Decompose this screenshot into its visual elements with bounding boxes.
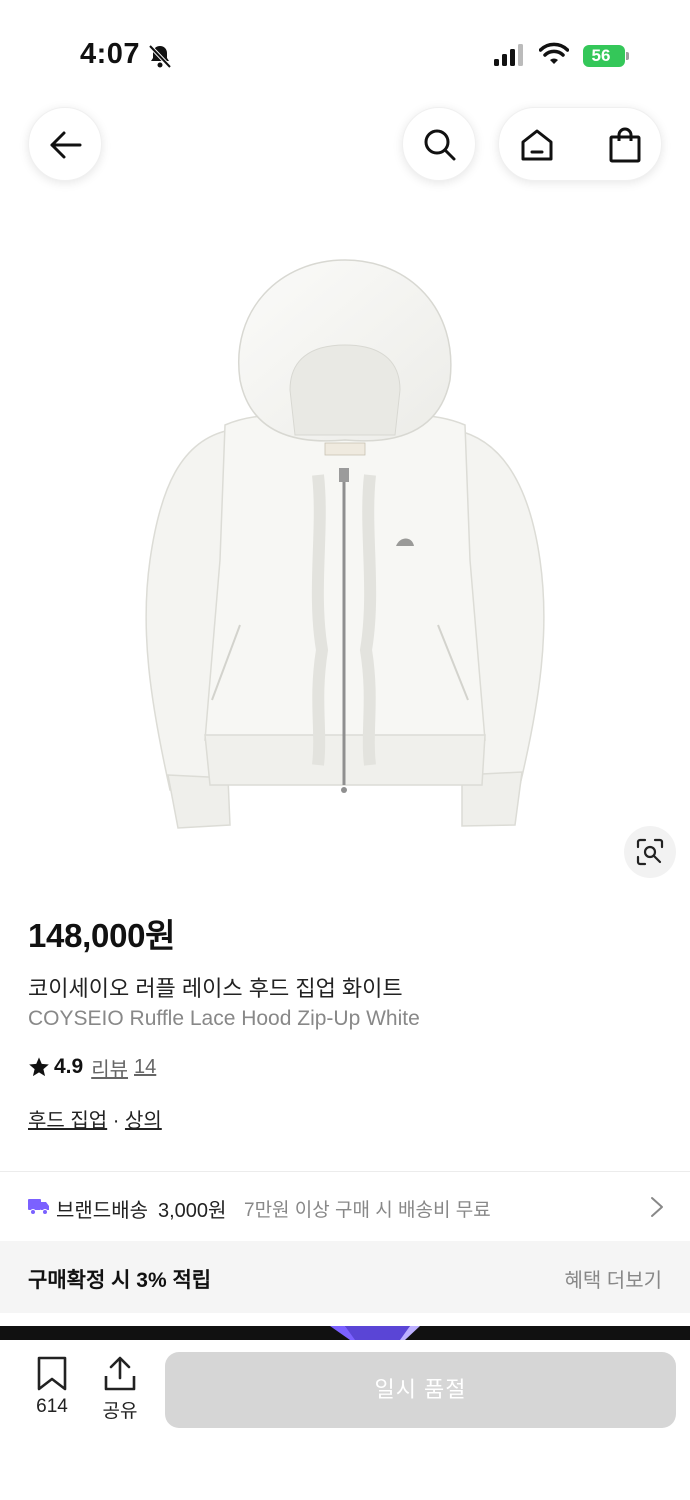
review-link[interactable]: 리뷰 <box>91 1053 128 1082</box>
back-arrow-icon <box>50 131 82 159</box>
wifi-icon <box>539 42 569 64</box>
bookmark-icon <box>37 1356 67 1391</box>
status-bar: 4:07 56 <box>0 0 690 100</box>
buy-button-soldout[interactable]: 일시 품절 <box>165 1352 676 1428</box>
category-separator: · <box>112 1110 120 1132</box>
battery-level: 56 <box>591 46 611 65</box>
category-link-top[interactable]: 상의 <box>125 1110 162 1132</box>
search-button[interactable] <box>402 107 476 181</box>
share-button[interactable]: 공유 <box>90 1354 150 1424</box>
back-button[interactable] <box>28 107 102 181</box>
search-icon <box>424 129 456 161</box>
battery-indicator: 56 <box>583 45 629 67</box>
category-link-hood-zipup[interactable]: 후드 집업 <box>28 1110 107 1132</box>
star-icon <box>29 1057 49 1077</box>
review-count[interactable]: 14 <box>134 1056 156 1079</box>
rating-value: 4.9 <box>54 1055 84 1078</box>
bell-slash-icon <box>148 44 172 69</box>
product-image[interactable] <box>0 230 690 870</box>
shipping-label: 브랜드배송 <box>56 1200 148 1222</box>
wishlist-button[interactable]: 614 <box>22 1354 82 1424</box>
benefit-text: 구매확정 시 3% 적립 <box>28 1269 212 1292</box>
shipping-info-row[interactable]: 브랜드배송 3,000원 7만원 이상 구매 시 배송비 무료 <box>0 1172 690 1240</box>
cellular-signal-icon <box>494 44 523 66</box>
home-icon[interactable] <box>519 127 555 163</box>
truck-icon <box>28 1199 49 1215</box>
rating-row: 4.9 리뷰 14 <box>28 1053 156 1081</box>
promo-banner[interactable] <box>0 1326 690 1340</box>
product-price: 148,000원 <box>28 917 176 954</box>
chevron-right-icon <box>651 1197 663 1217</box>
shipping-condition: 7만원 이상 구매 시 배송비 무료 <box>244 1200 491 1221</box>
product-name-english: COYSEIO Ruffle Lace Hood Zip-Up White <box>28 1007 420 1030</box>
shipping-fee: 3,000원 <box>158 1200 227 1222</box>
product-name-korean: 코이세이오 러플 레이스 후드 집업 화이트 <box>28 976 403 1001</box>
wishlist-count: 614 <box>36 1396 68 1417</box>
share-icon <box>104 1356 136 1391</box>
lens-search-button[interactable] <box>624 826 676 878</box>
banner-graphic <box>330 1326 420 1340</box>
lens-search-icon <box>636 838 664 866</box>
header-actions-pill <box>498 107 662 181</box>
benefit-more-link[interactable]: 혜택 더보기 <box>564 1264 662 1293</box>
benefit-row: 구매확정 시 3% 적립 혜택 더보기 <box>0 1241 690 1313</box>
shopping-bag-icon[interactable] <box>607 126 643 164</box>
status-time: 4:07 <box>80 38 141 70</box>
category-breadcrumb: 후드 집업 · 상의 <box>28 1104 162 1133</box>
share-label: 공유 <box>102 1401 138 1422</box>
bottom-action-bar: 614 공유 일시 품절 <box>0 1340 690 1500</box>
